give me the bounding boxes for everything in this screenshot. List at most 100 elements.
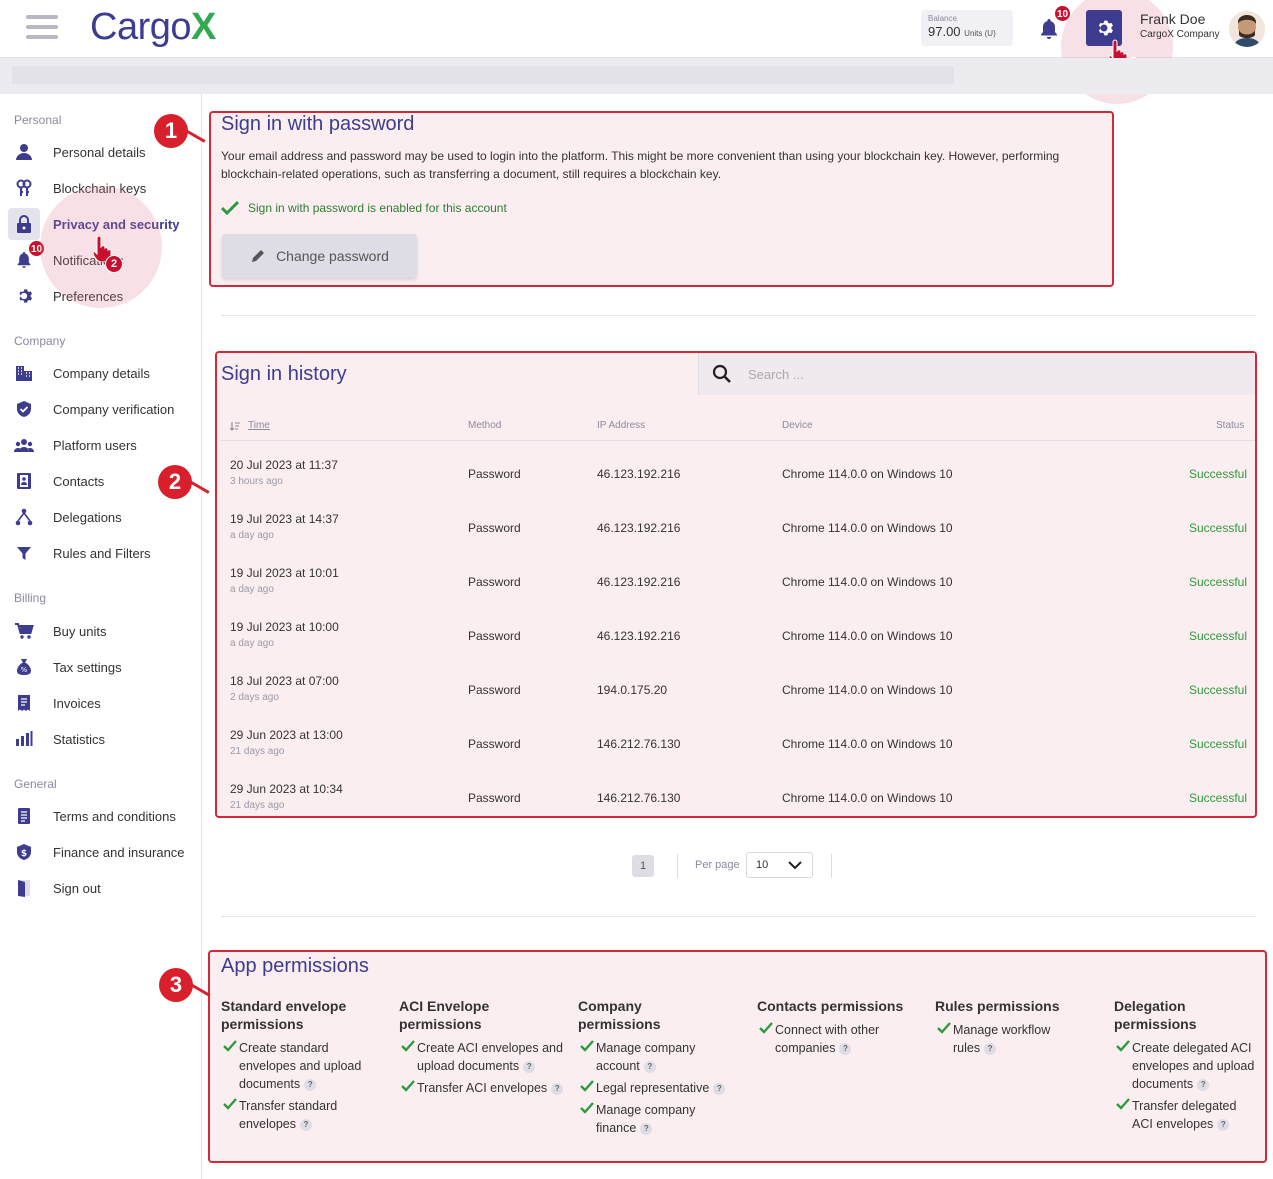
permission-item: Connect with other companies? (757, 1021, 922, 1057)
help-icon[interactable]: ? (839, 1042, 852, 1055)
page-1-button[interactable]: 1 (632, 855, 654, 877)
row-device: Chrome 114.0.0 on Windows 10 (782, 521, 953, 535)
table-row[interactable]: 20 Jul 2023 at 11:37 3 hours ago Passwor… (221, 448, 1255, 502)
sidebar-item-label: Company verification (53, 401, 175, 417)
permission-group-aci: ACI Envelope permissions Create ACI enve… (399, 997, 564, 1101)
table-row[interactable]: 19 Jul 2023 at 10:01 a day ago Password … (221, 556, 1255, 610)
help-icon[interactable]: ? (1197, 1078, 1210, 1091)
sidebar-item-finance[interactable]: $ Finance and insurance (8, 836, 198, 868)
password-description: Your email address and password may be u… (221, 149, 1060, 181)
sidebar-item-invoices[interactable]: Invoices (8, 687, 198, 719)
permission-group-standard: Standard envelope permissions Create sta… (221, 997, 386, 1137)
sidebar-item-company-details[interactable]: Company details (8, 357, 198, 389)
pencil-icon (252, 250, 265, 262)
row-ip: 46.123.192.216 (597, 575, 681, 589)
permission-group-heading: Contacts permissions (757, 998, 904, 1014)
sidebar-item-rules-filters[interactable]: Rules and Filters (8, 537, 198, 569)
section-divider (221, 315, 1256, 316)
cargox-logo[interactable]: CargoX (90, 6, 216, 49)
help-icon[interactable]: ? (640, 1122, 653, 1135)
row-time: 29 Jun 2023 at 13:00 (230, 728, 343, 742)
permission-group-heading: Company permissions (578, 998, 661, 1032)
help-icon[interactable]: ? (300, 1118, 312, 1131)
user-name[interactable]: Frank Doe (1140, 11, 1205, 27)
sidebar-item-label: Finance and insurance (53, 844, 185, 860)
lock-icon (8, 208, 40, 240)
svg-text:%: % (21, 666, 28, 674)
sidebar-item-company-verification[interactable]: Company verification (8, 393, 198, 425)
sidebar-item-sign-out[interactable]: Sign out (8, 872, 198, 904)
user-company: CargoX Company (1140, 29, 1220, 40)
sidebar-item-buy-units[interactable]: Buy units (8, 615, 198, 647)
check-icon (223, 1098, 237, 1110)
help-icon[interactable]: ? (1217, 1118, 1230, 1131)
row-time-ago: a day ago (230, 584, 274, 595)
table-row[interactable]: 18 Jul 2023 at 07:00 2 days ago Password… (221, 664, 1255, 718)
user-avatar[interactable] (1229, 11, 1265, 47)
sidebar-item-delegations[interactable]: Delegations (8, 501, 198, 533)
row-status: Successful (1188, 629, 1247, 643)
table-header-divider (221, 440, 1255, 441)
row-method: Password (468, 575, 521, 589)
check-icon (401, 1080, 415, 1092)
sidebar-item-label: Invoices (53, 695, 101, 711)
sidebar-item-label: Terms and conditions (53, 808, 176, 824)
sidebar-item-platform-users[interactable]: Platform users (8, 429, 198, 461)
sidebar-item-label: Personal details (53, 144, 146, 160)
sidebar-item-terms[interactable]: Terms and conditions (8, 800, 198, 832)
per-page-select[interactable]: 10 (746, 852, 813, 878)
permission-item: Transfer delegated ACI envelopes? (1114, 1097, 1259, 1133)
column-header-device: Device (782, 420, 813, 431)
history-search[interactable] (698, 353, 1255, 395)
check-icon (223, 1040, 237, 1052)
help-icon[interactable]: ? (304, 1078, 317, 1091)
section-divider (221, 916, 1256, 917)
table-row[interactable]: 29 Jun 2023 at 13:00 21 days ago Passwor… (221, 718, 1255, 772)
help-icon[interactable]: ? (551, 1082, 564, 1095)
notifications-bell-icon[interactable] (1039, 18, 1061, 40)
column-header-time[interactable]: Time (230, 420, 270, 431)
sidebar-item-statistics[interactable]: Statistics (8, 723, 198, 755)
callout-step-2: 2 (158, 465, 192, 499)
row-time: 20 Jul 2023 at 11:37 (230, 458, 338, 472)
shield-dollar-icon: $ (8, 836, 40, 868)
sidebar-item-label: Statistics (53, 731, 106, 747)
help-icon[interactable]: ? (643, 1060, 656, 1073)
hamburger-menu-icon[interactable] (26, 15, 58, 39)
help-icon[interactable]: ? (713, 1082, 726, 1095)
sidebar-item-tax-settings[interactable]: % Tax settings (8, 651, 198, 683)
check-icon (221, 200, 239, 216)
check-icon (759, 1022, 773, 1034)
sidebar-item-label: Rules and Filters (53, 545, 151, 561)
row-time: 19 Jul 2023 at 10:01 (230, 566, 339, 580)
pagination-divider (831, 854, 832, 878)
table-row[interactable]: 19 Jul 2023 at 14:37 a day ago Password … (221, 502, 1255, 556)
permission-group-delegation: Delegation permissions Create delegated … (1114, 997, 1259, 1137)
balance-widget[interactable]: Balance 97.00 Units (U) (921, 10, 1013, 46)
user-icon (8, 136, 40, 168)
top-bar: CargoX Balance 97.00 Units (U) 10 1 Fran… (0, 0, 1273, 104)
row-time: 19 Jul 2023 at 10:00 (230, 620, 339, 634)
history-section-title: Sign in history (221, 363, 347, 385)
row-time-ago: 2 days ago (230, 692, 279, 703)
row-status: Successful (1188, 683, 1247, 697)
permission-group-heading: Rules permissions (935, 998, 1060, 1014)
table-row[interactable]: 29 Jun 2023 at 10:34 21 days ago Passwor… (221, 772, 1255, 826)
users-icon (8, 429, 40, 461)
password-enabled-status: Sign in with password is enabled for thi… (221, 200, 507, 216)
help-icon[interactable]: ? (523, 1060, 536, 1073)
change-password-button[interactable]: Change password (222, 234, 417, 278)
permission-item: Transfer ACI envelopes? (399, 1079, 564, 1097)
table-row[interactable]: 19 Jul 2023 at 10:00 a day ago Password … (221, 610, 1255, 664)
search-input[interactable] (748, 366, 1148, 382)
help-icon[interactable]: ? (984, 1042, 997, 1055)
balance-label: Balance (928, 14, 957, 23)
bar-chart-icon (8, 723, 40, 755)
column-header-status: Status (1216, 420, 1245, 431)
permission-item: Transfer standard envelopes? (221, 1097, 386, 1133)
row-ip: 146.212.76.130 (597, 737, 681, 751)
row-status: Successful (1188, 791, 1247, 805)
sort-icon (230, 421, 240, 431)
row-method: Password (468, 629, 521, 643)
row-time-ago: 21 days ago (230, 800, 285, 811)
